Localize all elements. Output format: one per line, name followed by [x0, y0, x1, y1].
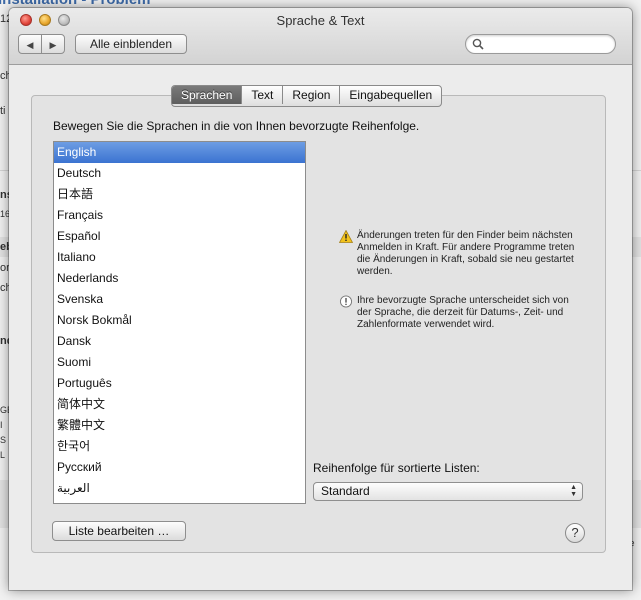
title-bar: Sprache & Text ◀ ▶ Alle einblenden — [9, 8, 632, 65]
background-app-title: Installation - Problem — [0, 0, 151, 8]
language-item[interactable]: Nederlands — [54, 268, 305, 289]
language-item[interactable]: Dansk — [54, 331, 305, 352]
language-item[interactable]: 繁體中文 — [54, 415, 305, 436]
help-button[interactable]: ? — [565, 523, 585, 543]
language-item[interactable]: Italiano — [54, 247, 305, 268]
language-item[interactable]: Português — [54, 373, 305, 394]
select-arrows-icon: ▲ ▼ — [570, 484, 577, 498]
background-fragment: I — [0, 420, 3, 430]
background-fragment: S — [0, 435, 7, 445]
instruction-text: Bewegen Sie die Sprachen in die von Ihne… — [53, 119, 420, 133]
language-item[interactable]: Norsk Bokmål — [54, 310, 305, 331]
sort-order-value: Standard — [321, 484, 370, 498]
sort-order-select[interactable]: Standard ▲ ▼ — [313, 482, 583, 501]
info-text: Ihre bevorzugte Sprache unterscheidet si… — [357, 295, 569, 330]
edit-list-button[interactable]: Liste bearbeiten … — [52, 521, 186, 541]
back-button[interactable]: ◀ — [18, 34, 42, 54]
background-fragment: ti — [0, 105, 6, 117]
language-item[interactable]: Svenska — [54, 289, 305, 310]
forward-button[interactable]: ▶ — [41, 34, 65, 54]
tab-region[interactable]: Region — [282, 86, 339, 104]
search-field[interactable] — [465, 34, 616, 54]
warning-icon — [339, 230, 353, 243]
sort-order-label: Reihenfolge für sortierte Listen: — [313, 461, 480, 475]
tab-bar: Sprachen Text Region Eingabequellen — [171, 85, 443, 107]
language-item[interactable]: 한국어 — [54, 436, 305, 457]
language-item[interactable]: 简体中文 — [54, 394, 305, 415]
back-arrow-icon: ◀ — [26, 40, 34, 50]
tab-eingabequellen[interactable]: Eingabequellen — [339, 86, 441, 104]
language-item[interactable]: 日本語 — [54, 184, 305, 205]
warning-text: Änderungen treten für den Finder beim nä… — [357, 230, 575, 277]
language-item[interactable]: Español — [54, 226, 305, 247]
language-item[interactable]: Français — [54, 205, 305, 226]
tab-sprachen[interactable]: Sprachen — [172, 86, 242, 104]
tab-text[interactable]: Text — [241, 86, 282, 104]
background-fragment: L — [0, 450, 6, 460]
language-item[interactable]: العربية — [54, 478, 305, 499]
window-title: Sprache & Text — [276, 13, 365, 28]
show-all-button[interactable]: Alle einblenden — [75, 34, 187, 54]
language-item[interactable]: Deutsch — [54, 163, 305, 184]
info-exclamation-icon — [339, 295, 353, 308]
forward-arrow-icon: ▶ — [49, 40, 57, 50]
language-item[interactable]: English — [54, 142, 305, 163]
language-list[interactable]: English Deutsch 日本語 Français Español Ita… — [53, 141, 306, 504]
search-input[interactable] — [486, 36, 608, 51]
language-item[interactable]: Suomi — [54, 352, 305, 373]
preferences-window: Sprache & Text ◀ ▶ Alle einblenden Sprac… — [9, 8, 632, 590]
search-icon — [472, 38, 484, 50]
language-item[interactable]: Русский — [54, 457, 305, 478]
